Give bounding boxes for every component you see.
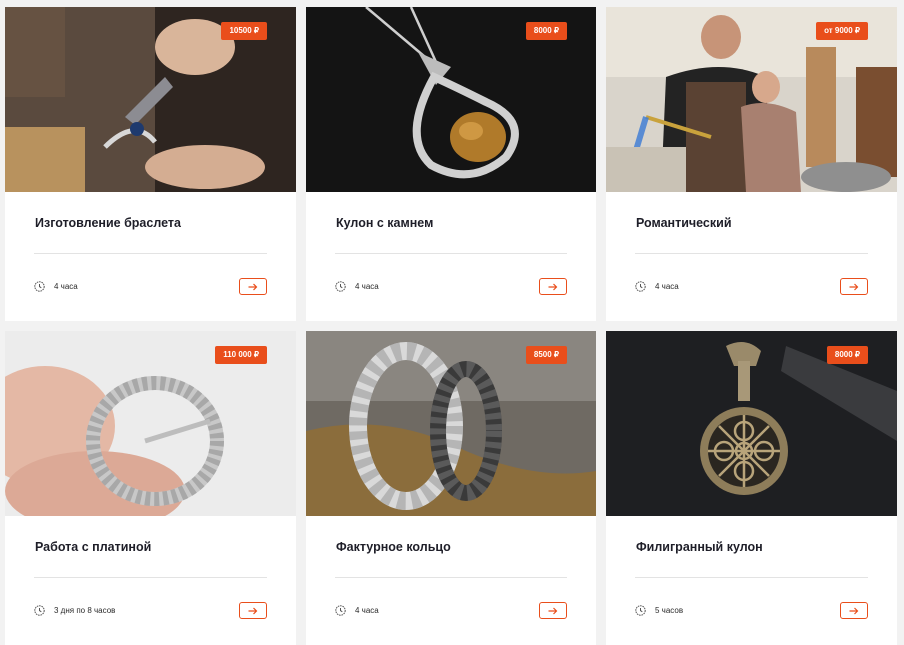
open-course-button[interactable] (239, 278, 267, 295)
clock-icon (34, 605, 45, 616)
course-title[interactable]: Филигранный кулон (636, 540, 763, 554)
course-card[interactable]: от 9000 ₽ Романтический 4 часа (606, 7, 897, 321)
divider (635, 577, 868, 578)
divider (34, 577, 267, 578)
clock-icon (335, 281, 346, 292)
divider (335, 577, 567, 578)
divider (635, 253, 868, 254)
price-badge: 8000 ₽ (525, 22, 567, 40)
duration-text: 4 часа (54, 282, 78, 291)
price-badge: 10500 ₽ (221, 22, 267, 40)
course-card[interactable]: 8500 ₽ Фактурное кольцо 4 часа (306, 331, 596, 645)
duration: 4 часа (335, 605, 379, 616)
duration-text: 4 часа (655, 282, 679, 291)
duration: 3 дня по 8 часов (34, 605, 115, 616)
divider (335, 253, 567, 254)
course-title[interactable]: Фактурное кольцо (336, 540, 451, 554)
open-course-button[interactable] (840, 278, 868, 295)
course-title[interactable]: Кулон с камнем (336, 216, 433, 230)
price-badge: 110 000 ₽ (215, 346, 267, 364)
course-grid: 10500 ₽ Изготовление браслета 4 часа 800… (5, 7, 897, 645)
arrow-right-icon (248, 607, 258, 614)
course-photo[interactable]: 8000 ₽ (306, 7, 596, 192)
duration: 4 часа (34, 281, 78, 292)
clock-icon (34, 281, 45, 292)
course-photo[interactable]: 8000 ₽ (606, 331, 897, 516)
course-card[interactable]: 8000 ₽ Филигранный кулон 5 часов (606, 331, 897, 645)
arrow-right-icon (548, 607, 558, 614)
clock-icon (335, 605, 346, 616)
price-badge: 8500 ₽ (525, 346, 567, 364)
duration: 4 часа (635, 281, 679, 292)
course-photo[interactable]: 10500 ₽ (5, 7, 296, 192)
duration: 4 часа (335, 281, 379, 292)
arrow-right-icon (248, 283, 258, 290)
open-course-button[interactable] (840, 602, 868, 619)
clock-icon (635, 281, 646, 292)
arrow-right-icon (849, 607, 859, 614)
arrow-right-icon (548, 283, 558, 290)
arrow-right-icon (849, 283, 859, 290)
price-badge: 8000 ₽ (826, 346, 868, 364)
open-course-button[interactable] (539, 602, 567, 619)
divider (34, 253, 267, 254)
open-course-button[interactable] (239, 602, 267, 619)
course-card[interactable]: 110 000 ₽ Работа с платиной 3 дня по 8 ч… (5, 331, 296, 645)
duration: 5 часов (635, 605, 683, 616)
open-course-button[interactable] (539, 278, 567, 295)
course-photo[interactable]: от 9000 ₽ (606, 7, 897, 192)
course-title[interactable]: Романтический (636, 216, 732, 230)
course-title[interactable]: Изготовление браслета (35, 216, 181, 230)
course-photo[interactable]: 8500 ₽ (306, 331, 596, 516)
course-card[interactable]: 10500 ₽ Изготовление браслета 4 часа (5, 7, 296, 321)
course-card[interactable]: 8000 ₽ Кулон с камнем 4 часа (306, 7, 596, 321)
price-badge: от 9000 ₽ (816, 22, 868, 40)
course-photo[interactable]: 110 000 ₽ (5, 331, 296, 516)
clock-icon (635, 605, 646, 616)
duration-text: 4 часа (355, 282, 379, 291)
course-title[interactable]: Работа с платиной (35, 540, 151, 554)
